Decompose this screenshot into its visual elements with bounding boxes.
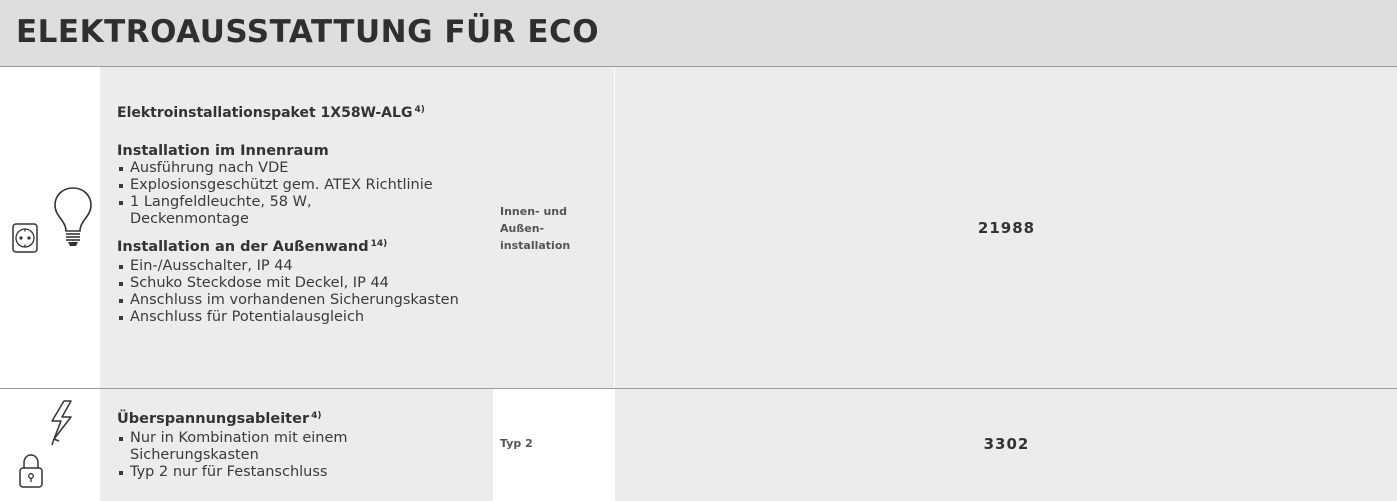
list-item: Anschluss für Potentialausgleich xyxy=(117,309,487,326)
price-cell: 21988 xyxy=(614,67,1397,388)
description: Elektroinstallationspaket 1X58W-ALG 4) In… xyxy=(117,105,487,326)
list-item: Anschluss im vorhandenen Sicherungskaste… xyxy=(117,292,487,309)
variant-cell: Typ 2 xyxy=(493,389,614,501)
variant-cell: Innen- und Außen- installation xyxy=(493,67,614,388)
variant-label: Innen- und Außen- installation xyxy=(500,205,571,252)
list-item: Ausführung nach VDE xyxy=(117,160,487,177)
page: ELEKTROAUSSTATTUNG FÜR ECO Elektroinstal… xyxy=(0,0,1397,501)
description-cell: Überspannungsableiter 4) Nur in Kombinati… xyxy=(100,389,493,501)
table-row: Elektroinstallationspaket 1X58W-ALG 4) In… xyxy=(0,67,1397,388)
product-title: Überspannungsableiter 4) xyxy=(117,411,322,427)
outdoor-list: Ein-/Ausschalter, IP 44 Schuko Steckdose… xyxy=(117,258,487,326)
list-item: Typ 2 nur für Festanschluss xyxy=(117,464,487,481)
socket-icon xyxy=(12,223,38,253)
description-cell: Elektroinstallationspaket 1X58W-ALG 4) In… xyxy=(100,67,493,388)
list-item: Ein-/Ausschalter, IP 44 xyxy=(117,258,487,275)
list-item: Nur in Kombination mit einem Sicherungsk… xyxy=(117,430,370,464)
footnote-ref: 14) xyxy=(370,239,388,249)
list-item: Explosionsgeschützt gem. ATEX Richtlinie xyxy=(117,177,487,194)
indoor-list: Ausführung nach VDE Explosionsgeschützt … xyxy=(117,160,487,228)
lightning-icon xyxy=(51,400,72,446)
price-value: 3302 xyxy=(983,435,1030,453)
price-value: 21988 xyxy=(977,219,1036,237)
description: Überspannungsableiter 4) Nur in Kombinati… xyxy=(117,411,487,481)
list-item: 1 Langfeldleuchte, 58 W, Deckenmontage xyxy=(117,194,330,228)
section-header: ELEKTROAUSSTATTUNG FÜR ECO xyxy=(0,0,1397,66)
section-title: ELEKTROAUSSTATTUNG FÜR ECO xyxy=(16,14,600,50)
price-cell: 3302 xyxy=(614,389,1397,501)
section-heading-outdoor: Installation an der Außenwand 14) xyxy=(117,239,388,255)
section-heading-indoor: Installation im Innenraum xyxy=(117,143,329,159)
footnote-ref: 4) xyxy=(311,411,322,421)
lightbulb-icon xyxy=(54,187,92,246)
feature-list: Nur in Kombination mit einem Sicherungsk… xyxy=(117,430,487,481)
list-item: Schuko Steckdose mit Deckel, IP 44 xyxy=(117,275,487,292)
icon-cell xyxy=(0,389,100,501)
table-row: Überspannungsableiter 4) Nur in Kombinati… xyxy=(0,389,1397,501)
variant-label: Typ 2 xyxy=(500,437,533,450)
product-title: Elektroinstallationspaket 1X58W-ALG 4) xyxy=(117,105,425,121)
icon-cell xyxy=(0,67,100,388)
footnote-ref: 4) xyxy=(414,105,425,115)
padlock-icon xyxy=(19,454,43,488)
